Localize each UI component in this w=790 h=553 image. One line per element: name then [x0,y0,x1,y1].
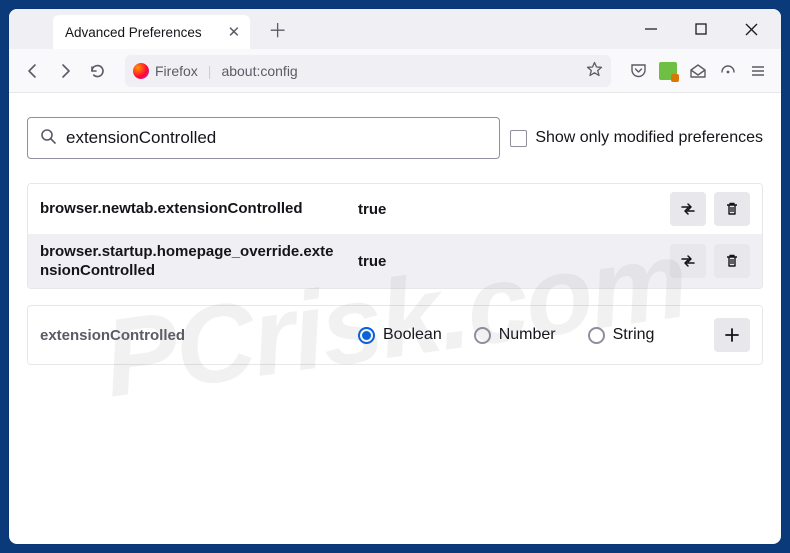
delete-button[interactable] [714,192,750,226]
close-window-button[interactable] [741,19,761,39]
radio-icon [588,327,605,344]
new-preference-row: extensionControlled Boolean Number Strin… [27,305,763,365]
minimize-button[interactable] [641,19,661,39]
inbox-icon[interactable] [685,58,711,84]
reload-button[interactable] [83,57,111,85]
identity-label: Firefox [155,63,198,79]
urlbar-separator: | [208,63,212,79]
back-button[interactable] [19,57,47,85]
radio-boolean[interactable]: Boolean [358,326,442,344]
maximize-button[interactable] [691,19,711,39]
pocket-icon[interactable] [625,58,651,84]
titlebar: Advanced Preferences ✕ ＋ [9,9,781,49]
preference-row[interactable]: browser.newtab.extensionControlled true [28,184,762,234]
checkbox-icon[interactable] [510,130,527,147]
identity-box[interactable]: Firefox [133,63,198,79]
preference-name: browser.startup.homepage_override.extens… [40,242,342,280]
firefox-logo-icon [133,63,149,79]
show-modified-label: Show only modified preferences [535,129,763,147]
bookmark-star-icon[interactable] [586,61,603,81]
new-preference-name: extensionControlled [40,327,342,344]
radio-icon [474,327,491,344]
toggle-button[interactable] [670,192,706,226]
preferences-table: browser.newtab.extensionControlled true … [27,183,763,289]
tab-title: Advanced Preferences [65,25,202,40]
preference-value: true [358,253,654,270]
new-tab-button[interactable]: ＋ [264,12,291,47]
window-controls [641,19,775,39]
toolbar: Firefox | about:config [9,49,781,93]
search-icon [40,128,56,149]
extension-icon[interactable] [655,58,681,84]
forward-button[interactable] [51,57,79,85]
search-input[interactable] [66,128,487,148]
toggle-button[interactable] [670,244,706,278]
delete-button[interactable] [714,244,750,278]
add-button[interactable] [714,318,750,352]
close-tab-icon[interactable]: ✕ [228,23,241,41]
preference-name: browser.newtab.extensionControlled [40,199,342,218]
shield-icon[interactable] [715,58,741,84]
menu-button[interactable] [745,58,771,84]
radio-icon [358,327,375,344]
url-bar[interactable]: Firefox | about:config [125,55,611,87]
search-box[interactable] [27,117,500,159]
radio-number[interactable]: Number [474,326,556,344]
preference-value: true [358,201,654,218]
show-modified-checkbox-row[interactable]: Show only modified preferences [510,129,763,147]
preference-row[interactable]: browser.startup.homepage_override.extens… [28,234,762,288]
type-options: Boolean Number String [358,326,698,344]
radio-string[interactable]: String [588,326,655,344]
browser-tab[interactable]: Advanced Preferences ✕ [53,15,250,49]
page-content: Show only modified preferences browser.n… [9,93,781,389]
url-text: about:config [221,63,297,79]
